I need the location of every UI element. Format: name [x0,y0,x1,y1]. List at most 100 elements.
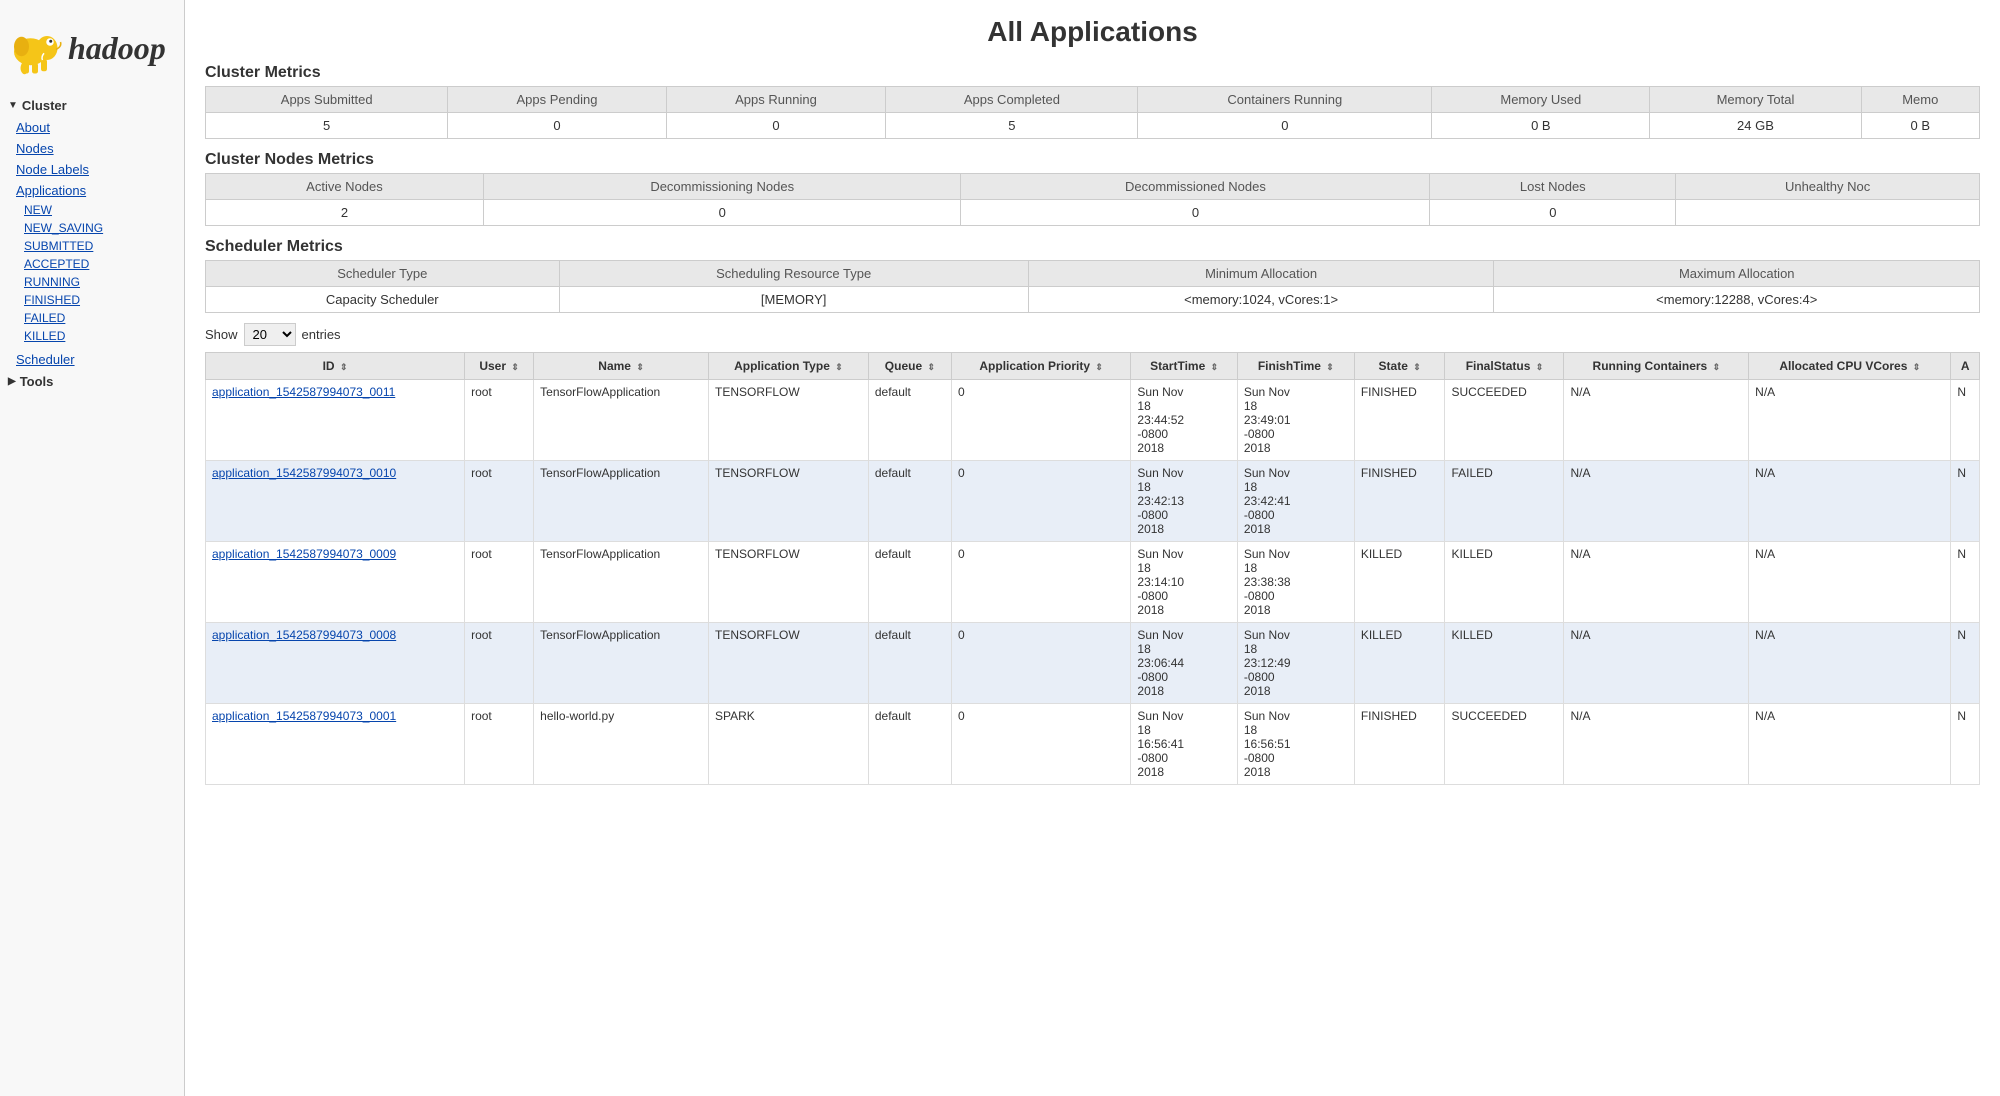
apps-th-start[interactable]: StartTime ⇕ [1131,353,1237,380]
cnm-val-0: 2 [206,200,484,226]
running-sort-icon[interactable]: ⇕ [1713,362,1721,373]
app-id-link[interactable]: application_1542587994073_0001 [212,709,396,723]
cnm-header-2: Decommissioned Nodes [961,174,1430,200]
sidebar-item-node-labels[interactable]: Node Labels [0,159,184,180]
entries-select[interactable]: 10 20 50 100 [244,323,296,346]
app-name: hello-world.py [540,709,614,723]
app-final-status: SUCCEEDED [1451,385,1526,399]
tools-label: Tools [20,374,54,389]
app-queue: default [875,547,911,561]
apps-th-user[interactable]: User ⇕ [465,353,534,380]
app-id-link[interactable]: application_1542587994073_0010 [212,466,396,480]
apps-th-type-label: Application Type [734,359,830,373]
sidebar-item-running[interactable]: RUNNING [0,273,184,291]
sidebar-item-failed[interactable]: FAILED [0,309,184,327]
app-start-time: Sun Nov 18 16:56:41 -0800 2018 [1137,709,1184,779]
sm-header-3: Maximum Allocation [1494,261,1980,287]
table-row: application_1542587994073_0011rootTensor… [206,380,1980,461]
apps-th-user-label: User [479,359,506,373]
apps-th-id[interactable]: ID ⇕ [206,353,465,380]
cluster-metrics-title: Cluster Metrics [205,64,1980,82]
sidebar-item-scheduler[interactable]: Scheduler [0,349,184,370]
apps-th-name[interactable]: Name ⇕ [534,353,709,380]
app-finish-time: Sun Nov 18 23:42:41 -0800 2018 [1244,466,1291,536]
apps-th-running-containers[interactable]: Running Containers ⇕ [1564,353,1749,380]
app-final-status: KILLED [1451,628,1492,642]
type-sort-icon[interactable]: ⇕ [835,362,843,373]
cm-header-2: Apps Running [666,87,886,113]
cluster-arrow-icon: ▼ [8,100,18,111]
app-id-link[interactable]: application_1542587994073_0008 [212,628,396,642]
apps-th-finalstatus[interactable]: FinalStatus ⇕ [1445,353,1564,380]
app-priority: 0 [958,709,965,723]
sm-header-0: Scheduler Type [206,261,560,287]
app-extra: N [1957,628,1966,642]
apps-th-start-label: StartTime [1150,359,1205,373]
app-running-containers: N/A [1570,709,1590,723]
app-name: TensorFlowApplication [540,385,660,399]
main-content: All Applications Cluster Metrics Apps Su… [185,0,2000,1096]
app-id-link[interactable]: application_1542587994073_0011 [212,385,395,399]
sidebar-cluster-header[interactable]: ▼ Cluster [0,94,184,117]
app-user: root [471,466,492,480]
app-state: FINISHED [1361,709,1417,723]
page-title: All Applications [205,16,1980,48]
state-sort-icon[interactable]: ⇕ [1413,362,1421,373]
cpu-sort-icon[interactable]: ⇕ [1913,362,1921,373]
cm-val-4: 0 [1138,113,1432,139]
cnm-header-0: Active Nodes [206,174,484,200]
app-type: SPARK [715,709,755,723]
sidebar-tools-header[interactable]: ▶ Tools [0,370,184,393]
apps-th-state[interactable]: State ⇕ [1354,353,1445,380]
sidebar-item-finished[interactable]: FINISHED [0,291,184,309]
apps-th-allocated-cpu[interactable]: Allocated CPU VCores ⇕ [1749,353,1951,380]
app-queue: default [875,385,911,399]
sidebar-item-accepted[interactable]: ACCEPTED [0,255,184,273]
finalstatus-sort-icon[interactable]: ⇕ [1536,362,1544,373]
cm-header-3: Apps Completed [886,87,1138,113]
show-label: Show [205,327,238,342]
user-sort-icon[interactable]: ⇕ [511,362,519,373]
app-queue: default [875,628,911,642]
app-id-link[interactable]: application_1542587994073_0009 [212,547,396,561]
apps-table: ID ⇕ User ⇕ Name ⇕ Application Type [205,352,1980,785]
sidebar-item-submitted[interactable]: SUBMITTED [0,237,184,255]
apps-th-finalstatus-label: FinalStatus [1466,359,1531,373]
sm-val-3: <memory:12288, vCores:4> [1494,287,1980,313]
table-row: application_1542587994073_0001 root hello-… [206,704,1980,785]
queue-sort-icon[interactable]: ⇕ [927,362,935,373]
cnm-val-4 [1676,200,1980,226]
apps-th-finish[interactable]: FinishTime ⇕ [1237,353,1354,380]
apps-th-name-label: Name [598,359,631,373]
app-state: FINISHED [1361,385,1417,399]
apps-th-extra-label: A [1961,359,1970,373]
sidebar-item-killed[interactable]: KILLED [0,327,184,345]
sidebar-item-new[interactable]: NEW [0,201,184,219]
start-sort-icon[interactable]: ⇕ [1211,362,1219,373]
scheduler-metrics-title: Scheduler Metrics [205,238,1980,256]
sidebar-item-about[interactable]: About [0,117,184,138]
sidebar-item-nodes[interactable]: Nodes [0,138,184,159]
id-sort-icon[interactable]: ⇕ [340,362,348,373]
cm-header-0: Apps Submitted [206,87,448,113]
app-extra: N [1957,385,1966,399]
finish-sort-icon[interactable]: ⇕ [1326,362,1334,373]
table-row: application_1542587994073_0010rootTensor… [206,461,1980,542]
name-sort-icon[interactable]: ⇕ [636,362,644,373]
app-priority: 0 [958,628,965,642]
apps-th-type[interactable]: Application Type ⇕ [708,353,868,380]
app-name: TensorFlowApplication [540,547,660,561]
app-priority: 0 [958,547,965,561]
apps-th-queue[interactable]: Queue ⇕ [868,353,951,380]
app-extra: N [1957,466,1966,480]
app-running-containers: N/A [1570,466,1590,480]
apps-th-priority-label: Application Priority [979,359,1090,373]
apps-th-priority[interactable]: Application Priority ⇕ [951,353,1130,380]
sidebar-item-new-saving[interactable]: NEW_SAVING [0,219,184,237]
apps-th-queue-label: Queue [885,359,922,373]
app-running-containers: N/A [1570,547,1590,561]
cm-val-3: 5 [886,113,1138,139]
priority-sort-icon[interactable]: ⇕ [1095,362,1103,373]
sidebar-item-applications[interactable]: Applications [0,180,184,201]
app-user: root [471,709,492,723]
